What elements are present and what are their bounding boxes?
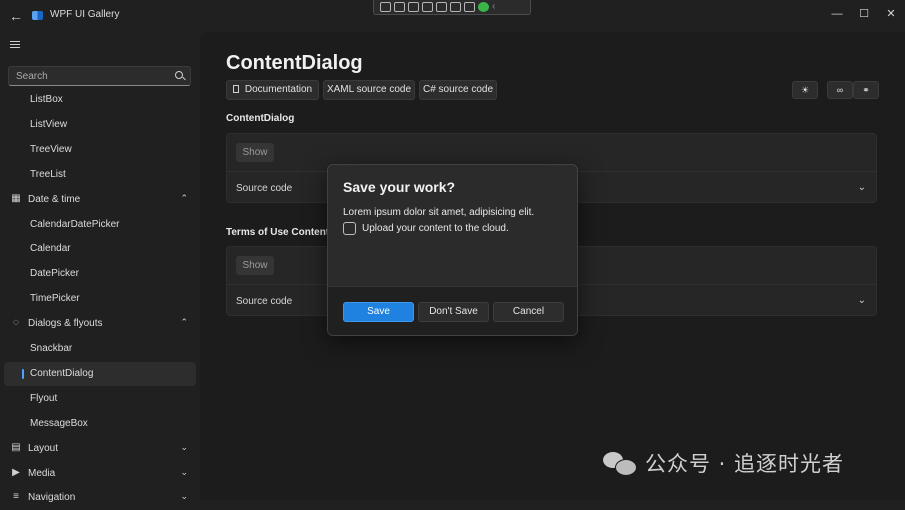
check-circle-icon[interactable]	[478, 2, 489, 12]
sidebar-item-label: Navigation	[28, 492, 76, 503]
sidebar-item-flyout[interactable]: Flyout	[4, 387, 196, 411]
show-button[interactable]: Show	[236, 143, 274, 162]
search-input[interactable]: Search	[8, 66, 191, 86]
camera-icon[interactable]	[394, 2, 405, 12]
chevron-down-icon[interactable]: ⌄	[858, 182, 866, 193]
xaml-source-button[interactable]: XAML source code	[323, 80, 415, 100]
display-layout-icon[interactable]	[422, 2, 433, 12]
search-icon[interactable]	[175, 71, 183, 79]
source-code-label[interactable]: Source code	[236, 296, 292, 307]
sidebar-item-layout[interactable]: ▤ Layout ⌄	[4, 437, 196, 461]
documentation-button[interactable]: Documentation	[226, 80, 319, 100]
watermark: 公众号 · 追逐时光者	[603, 447, 844, 479]
sidebar-item-label: MessageBox	[30, 418, 88, 429]
sidebar-item-label: TreeView	[30, 144, 72, 155]
dialog-message: Lorem ipsum dolor sit amet, adipisicing …	[343, 207, 535, 218]
sidebar-item-date-time[interactable]: ▦ Date & time ⌃	[4, 188, 196, 212]
sun-icon: ☀	[800, 85, 810, 95]
sidebar-item-dialogs-flyouts[interactable]: ◌ Dialogs & flyouts ⌃	[4, 312, 196, 336]
track-focus-icon[interactable]	[436, 2, 447, 12]
sidebar-item-label: Flyout	[30, 393, 58, 404]
watermark-text: 公众号 · 追逐时光者	[645, 452, 845, 476]
sidebar-item-label: Snackbar	[30, 343, 73, 354]
binding-icon[interactable]	[450, 2, 461, 12]
sidebar-item-label: Media	[28, 468, 56, 479]
sidebar-item-label: CalendarDatePicker	[30, 219, 120, 230]
sidebar-item-label: ListView	[30, 119, 68, 130]
section-heading: ContentDialog	[226, 113, 295, 124]
select-element-icon[interactable]	[408, 2, 419, 12]
maximize-button[interactable]: ☐	[850, 4, 878, 24]
app-logo-icon	[32, 11, 43, 20]
copy-link-button[interactable]: ∞	[827, 81, 853, 99]
content-dialog: Save your work? Lorem ipsum dolor sit am…	[327, 164, 578, 336]
sidebar-item-label: Date & time	[28, 194, 81, 205]
show-button[interactable]: Show	[236, 256, 274, 275]
sidebar-item-listbox[interactable]: ListBox	[4, 88, 196, 112]
debug-toolbar: ‹	[373, 0, 531, 15]
upload-checkbox[interactable]	[343, 222, 356, 235]
sidebar-item-label: ListBox	[30, 94, 63, 105]
sidebar-item-timepicker[interactable]: TimePicker	[4, 287, 196, 311]
calendar-clock-icon: ▦	[11, 193, 21, 204]
chevron-down-icon[interactable]: ⌄	[180, 491, 188, 502]
sidebar-item-treelist[interactable]: TreeList	[4, 163, 196, 187]
live-tree-icon[interactable]	[380, 2, 391, 12]
sidebar-item-snackbar[interactable]: Snackbar	[4, 337, 196, 361]
document-icon	[232, 85, 239, 93]
close-button[interactable]: ✕	[877, 4, 905, 24]
sidebar-item-messagebox[interactable]: MessageBox	[4, 412, 196, 436]
sidebar-item-contentdialog[interactable]: ContentDialog	[4, 362, 196, 386]
link-icon: ∞	[836, 85, 844, 95]
title-bar: ← WPF UI Gallery ‹ — ☐ ✕	[0, 0, 905, 32]
search-placeholder: Search	[16, 71, 48, 82]
sidebar-item-label: TimePicker	[30, 293, 80, 304]
sidebar-item-label: DatePicker	[30, 268, 79, 279]
sidebar-item-navigation[interactable]: ≡ Navigation ⌄	[4, 486, 196, 510]
sidebar-item-label: Dialogs & flyouts	[28, 318, 103, 329]
app-title: WPF UI Gallery	[50, 9, 120, 20]
sidebar-item-label: Layout	[28, 443, 59, 454]
chevron-down-icon[interactable]: ⌄	[180, 467, 188, 478]
sidebar-item-label: Calendar	[30, 243, 71, 254]
save-button[interactable]: Save	[343, 302, 414, 322]
chat-bubble-icon: ◌	[13, 317, 19, 328]
play-circle-icon: ▶	[12, 467, 20, 478]
dont-save-button[interactable]: Don't Save	[418, 302, 489, 322]
collapse-toolbar-icon[interactable]: ‹	[492, 2, 500, 12]
chain-link-icon: ⚭	[862, 85, 870, 95]
chevron-down-icon[interactable]: ⌄	[858, 295, 866, 306]
sidebar-item-calendar[interactable]: Calendar	[4, 237, 196, 261]
chevron-down-icon[interactable]: ⌄	[180, 442, 188, 453]
cancel-button[interactable]: Cancel	[493, 302, 564, 322]
menu-lines-icon: ≡	[13, 491, 19, 502]
sidebar-item-media[interactable]: ▶ Media ⌄	[4, 462, 196, 486]
csharp-source-button[interactable]: C# source code	[419, 80, 497, 100]
source-code-label[interactable]: Source code	[236, 183, 292, 194]
back-arrow-icon[interactable]: ←	[8, 8, 24, 24]
sidebar-item-datepicker[interactable]: DatePicker	[4, 262, 196, 286]
chevron-up-icon[interactable]: ⌃	[180, 193, 188, 204]
minimize-button[interactable]: —	[823, 4, 851, 24]
sidebar-item-label: TreeList	[30, 169, 66, 180]
layout-icon: ▤	[11, 442, 21, 453]
sidebar-item-treeview[interactable]: TreeView	[4, 138, 196, 162]
accessibility-icon[interactable]	[464, 2, 475, 12]
theme-toggle-button[interactable]: ☀	[792, 81, 818, 99]
chevron-up-icon[interactable]: ⌃	[180, 317, 188, 328]
page-title: ContentDialog	[226, 52, 363, 74]
upload-checkbox-label[interactable]: Upload your content to the cloud.	[362, 223, 509, 234]
hamburger-menu-icon[interactable]	[10, 39, 20, 49]
sidebar-item-listview[interactable]: ListView	[4, 113, 196, 137]
wechat-logo-icon	[603, 450, 637, 476]
share-link-button[interactable]: ⚭	[853, 81, 879, 99]
sidebar-item-calendardatepicker[interactable]: CalendarDatePicker	[4, 213, 196, 237]
dialog-title: Save your work?	[343, 179, 456, 195]
sidebar-item-label: ContentDialog	[30, 368, 94, 379]
